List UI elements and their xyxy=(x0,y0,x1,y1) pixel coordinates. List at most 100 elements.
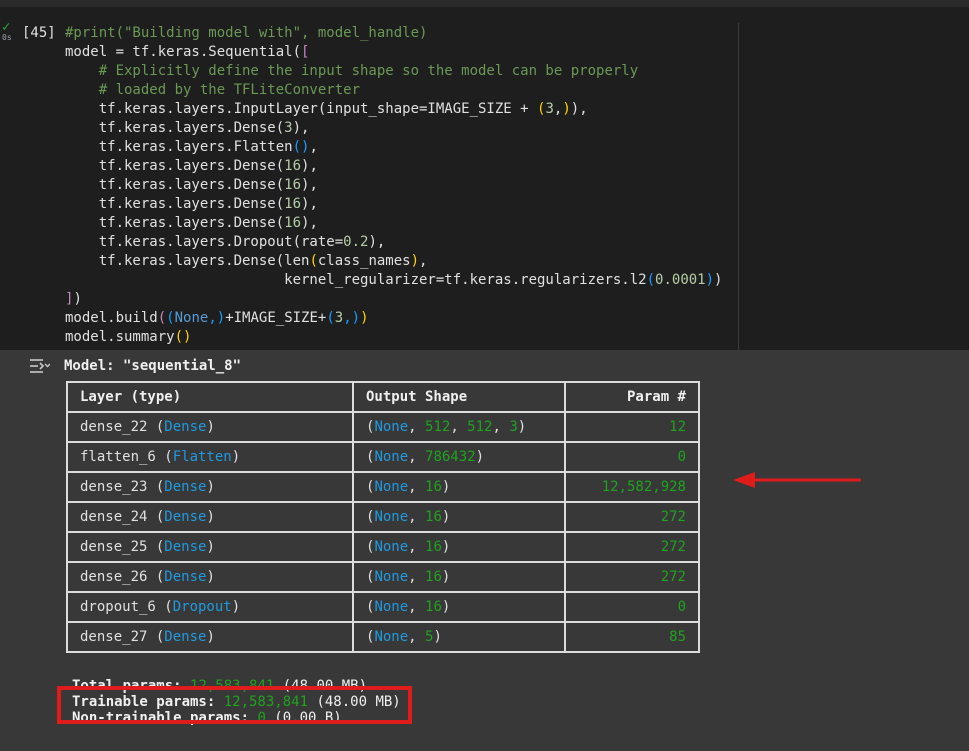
shape-dim: 3 xyxy=(509,419,518,435)
batch-dim: None xyxy=(374,449,409,465)
batch-dim: None xyxy=(374,509,409,525)
layer-cell: dense_24 (Dense) xyxy=(66,501,354,533)
layer-type: Dense xyxy=(164,419,207,435)
batch-dim: None xyxy=(374,539,409,555)
table-header-row: Layer (type) Output Shape Param # xyxy=(66,381,700,413)
layer-name: dense_23 xyxy=(80,479,148,495)
output-collapse-icon[interactable] xyxy=(28,357,50,375)
code-token: 0.0001 xyxy=(655,272,706,288)
layer-name: flatten_6 xyxy=(80,449,156,465)
code-line: # Explicitly define the input shape so t… xyxy=(65,62,737,81)
code-line: tf.keras.layers.Dense(len(class_names), xyxy=(65,252,737,271)
code-line: tf.keras.layers.Dense(16), xyxy=(65,195,737,214)
layer-cell: dense_27 (Dense) xyxy=(66,621,354,653)
code-line: model.build((None,)+IMAGE_SIZE+(3,)) xyxy=(65,309,737,328)
code-line: model = tf.keras.Sequential([ xyxy=(65,43,737,62)
layer-name: dense_25 xyxy=(80,539,148,555)
code-line: tf.keras.layers.Dense(3), xyxy=(65,119,737,138)
layer-name: dense_22 xyxy=(80,419,148,435)
code-token: # loaded by the TFLiteConverter xyxy=(65,82,361,98)
code-token: kernel_regularizer=tf.keras.regularizers… xyxy=(65,272,647,288)
code-token: ), xyxy=(570,101,588,117)
model-summary-table: Layer (type) Output Shape Param # dense_… xyxy=(66,381,700,653)
code-token: , xyxy=(343,310,352,326)
code-token: tf.keras.layers.Dense( xyxy=(65,196,285,212)
output-shape-cell: (None, 16) xyxy=(352,471,566,503)
shape-dim: 16 xyxy=(425,539,442,555)
code-line: #print("Building model with", model_hand… xyxy=(65,24,737,43)
code-token: # Explicitly define the input shape so t… xyxy=(65,63,639,79)
code-line: tf.keras.layers.Dense(16), xyxy=(65,176,737,195)
code-token: ) xyxy=(562,101,571,117)
code-token: () xyxy=(292,139,310,155)
code-token: model.build xyxy=(65,310,158,326)
code-token: ( xyxy=(309,253,318,269)
param-count-cell: 12 xyxy=(564,411,700,443)
code-token: 16 xyxy=(284,196,302,212)
code-token: tf.keras.layers.Dense( xyxy=(65,158,285,174)
output-shape-cell: (None, 16) xyxy=(352,591,566,623)
execution-time: 0s xyxy=(2,33,12,42)
param-count-cell: 85 xyxy=(564,621,700,653)
code-token: tf.keras.layers.InputLayer(input_shape=I… xyxy=(65,101,538,117)
layer-cell: dense_22 (Dense) xyxy=(66,411,354,443)
output-shape-cell: (None, 16) xyxy=(352,501,566,533)
header-output-shape: Output Shape xyxy=(352,381,566,413)
header-param-count: Param # xyxy=(564,381,700,413)
shape-dim: 16 xyxy=(425,509,442,525)
code-cell[interactable]: ✓ 0s [45] #print("Building model with", … xyxy=(0,7,969,353)
top-bar xyxy=(0,0,969,7)
layer-cell: dropout_6 (Dropout) xyxy=(66,591,354,623)
batch-dim: None xyxy=(374,569,409,585)
code-token: ) xyxy=(410,253,420,269)
layer-type: Flatten xyxy=(172,449,232,465)
layer-name: dense_27 xyxy=(80,629,148,645)
code-token: ( xyxy=(646,272,656,288)
highlight-box xyxy=(57,686,412,724)
code-line: model.summary() xyxy=(65,328,737,347)
code-line: # loaded by the TFLiteConverter xyxy=(65,81,737,100)
table-row: dense_25 (Dense) (None, 16) 272 xyxy=(66,531,700,563)
code-line: tf.keras.layers.Dense(16), xyxy=(65,157,737,176)
layer-type: Dense xyxy=(164,629,207,645)
code-token: [ xyxy=(301,44,310,60)
table-row: dense_23 (Dense) (None, 16) 12,582,928 xyxy=(66,471,700,503)
code-token: model.summary xyxy=(65,329,175,345)
code-token: ), xyxy=(301,177,318,193)
layer-cell: dense_23 (Dense) xyxy=(66,471,354,503)
code-token: () xyxy=(174,329,192,345)
shape-dim: 786432 xyxy=(425,449,476,465)
code-token: None xyxy=(174,310,209,326)
code-token: , xyxy=(419,253,428,269)
output-shape-cell: (None, 5) xyxy=(352,621,566,653)
layer-type: Dense xyxy=(164,509,207,525)
code-token: 16 xyxy=(284,158,302,174)
check-icon: ✓ xyxy=(2,19,11,35)
output-shape-cell: (None, 16) xyxy=(352,561,566,593)
model-title: Model: "sequential_8" xyxy=(64,358,242,374)
code-token: ) xyxy=(73,291,82,307)
layer-name: dense_24 xyxy=(80,509,148,525)
output-shape-cell: (None, 786432) xyxy=(352,441,566,473)
shape-dim: 512 xyxy=(425,419,451,435)
layer-cell: dense_26 (Dense) xyxy=(66,561,354,593)
layer-type: Dense xyxy=(164,479,207,495)
code-token: ) xyxy=(714,272,723,288)
code-token: ( xyxy=(166,310,175,326)
code-line: kernel_regularizer=tf.keras.regularizers… xyxy=(65,271,737,290)
code-line: tf.keras.layers.InputLayer(input_shape=I… xyxy=(65,100,737,119)
code-token: 0.2 xyxy=(343,234,369,250)
annotation-arrow-icon xyxy=(733,472,861,488)
code-token: ), xyxy=(292,120,310,136)
code-editor[interactable]: #print("Building model with", model_hand… xyxy=(65,24,737,354)
code-token: tf.keras.layers.Dense(len xyxy=(65,253,310,269)
layer-type: Dense xyxy=(164,569,207,585)
layer-cell: flatten_6 (Flatten) xyxy=(66,441,354,473)
batch-dim: None xyxy=(374,599,409,615)
code-token: 16 xyxy=(284,177,302,193)
shape-dim: 5 xyxy=(425,629,434,645)
code-token: ( xyxy=(157,310,167,326)
table-row: dense_22 (Dense) (None, 512, 512, 3) 12 xyxy=(66,411,700,443)
shape-dim: 16 xyxy=(425,569,442,585)
param-count-cell: 272 xyxy=(564,561,700,593)
